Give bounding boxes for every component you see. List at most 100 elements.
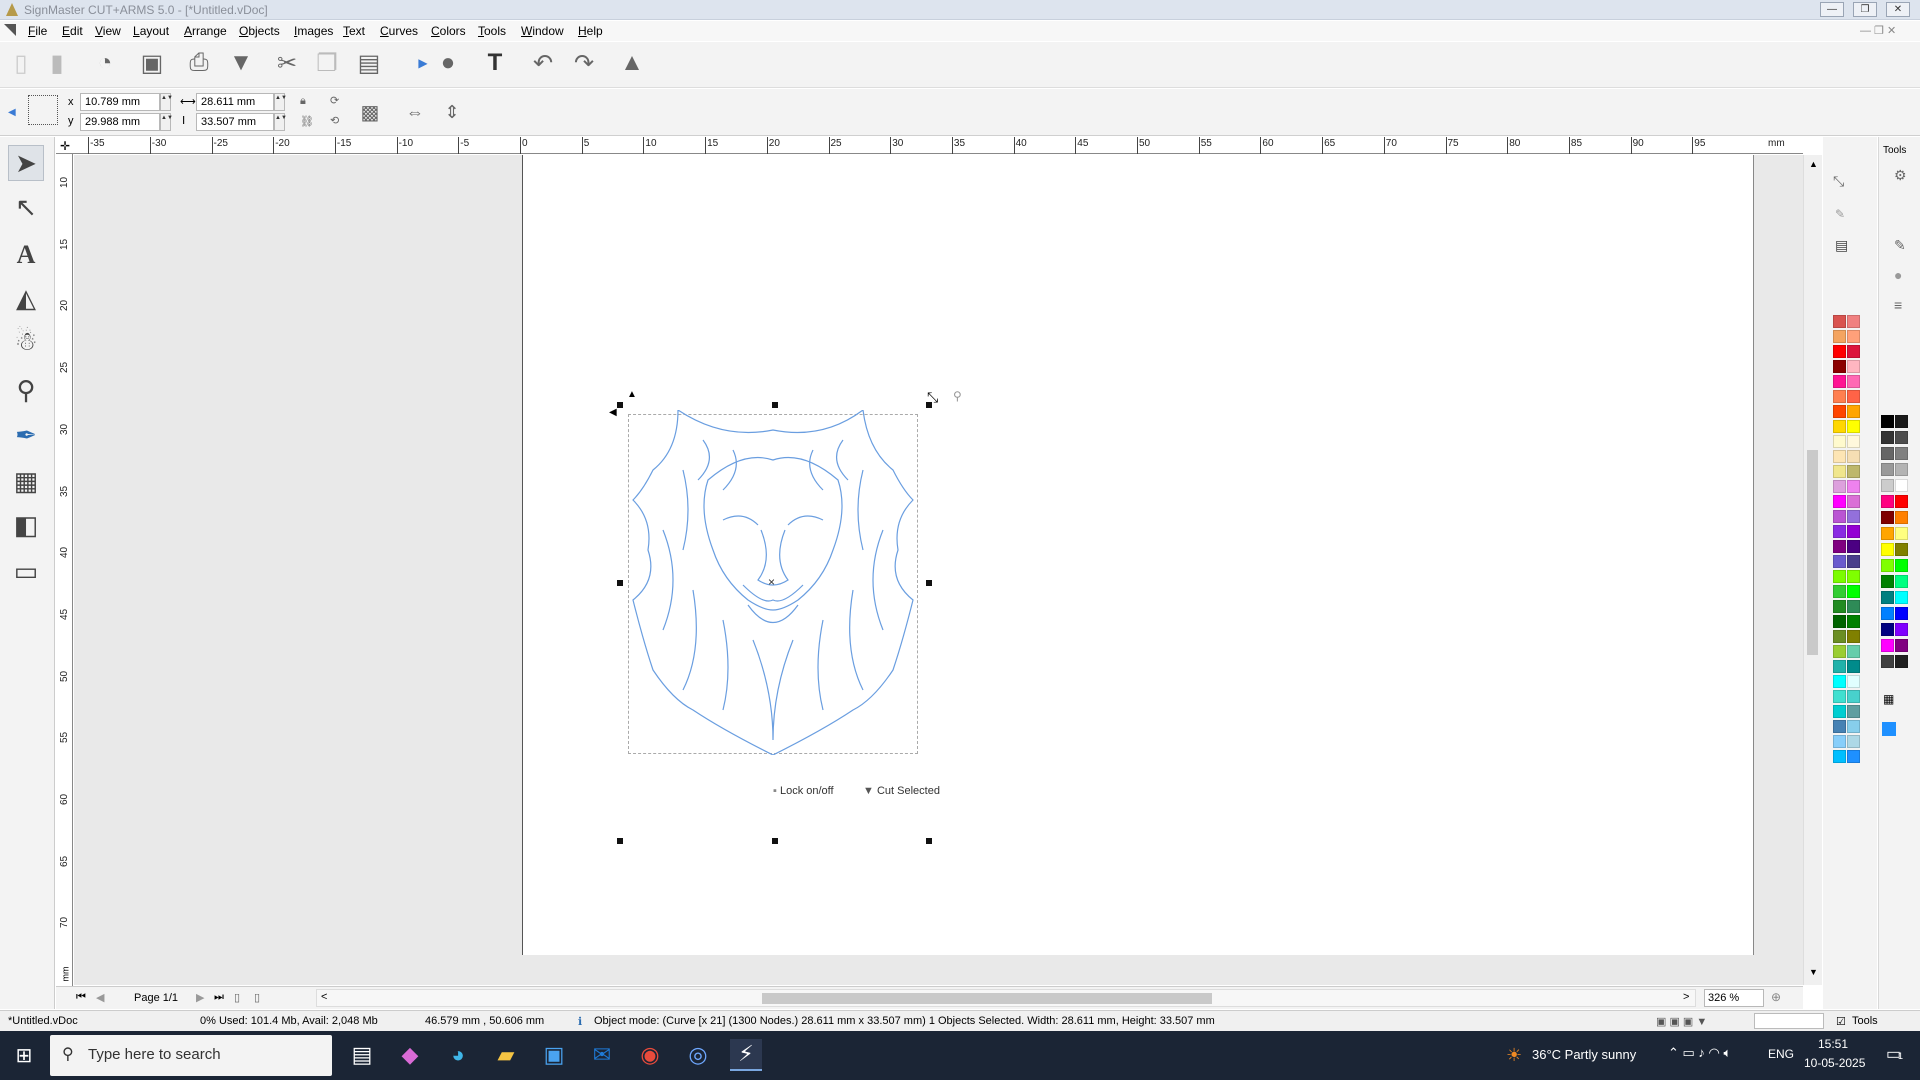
color-swatch[interactable] [1895,447,1908,460]
color-swatch[interactable] [1847,600,1860,613]
color-swatch[interactable] [1847,705,1860,718]
taskbar-search[interactable]: ⚲ Type here to search [50,1035,332,1076]
color-swatch[interactable] [1833,360,1846,373]
color-swatch[interactable] [1895,463,1908,476]
color-swatch[interactable] [1833,735,1846,748]
text-tool-icon[interactable]: T [480,48,510,78]
color-swatch[interactable] [1847,450,1860,463]
menu-tools[interactable]: Tools [478,24,506,38]
weed-tool-icon[interactable]: ▲ [617,48,647,78]
clock-date[interactable]: 10-05-2025 [1804,1056,1865,1070]
new-document-icon[interactable]: ▯ [6,48,36,78]
color-swatch[interactable] [1881,415,1894,428]
chrome-icon[interactable]: ◉ [634,1039,666,1071]
selection-handle[interactable] [772,402,778,408]
color-swatch[interactable] [1847,660,1860,673]
scroll-down-icon[interactable]: ▼ [1809,967,1818,977]
color-swatch[interactable] [1847,375,1860,388]
outlook-icon[interactable]: ✉ [586,1039,618,1071]
selection-handle[interactable] [617,838,623,844]
current-color-swatch[interactable] [1882,722,1896,736]
horizontal-scrollbar[interactable]: < > [316,989,1696,1007]
next-page-icon[interactable]: ▶ [196,991,204,1004]
print-icon[interactable]: ⎙ [184,48,214,78]
zoom-in-icon[interactable]: ⊕ [1771,990,1781,1004]
collapse-arrow-icon[interactable]: ◀ [8,107,16,118]
color-swatch[interactable] [1833,555,1846,568]
color-swatch[interactable] [1881,543,1894,556]
menu-layout[interactable]: Layout [133,24,169,38]
pick-color-icon[interactable]: ⤡ [1833,173,1844,190]
shape-tool-icon[interactable]: ◭ [8,280,44,316]
tray-icons[interactable]: ⌃ ▭ ♪ ◠ 🔈︎ [1668,1045,1731,1061]
link-icon[interactable]: ⛓︎ [300,115,314,128]
circle-icon[interactable]: ● [1894,267,1902,283]
height-spinner[interactable]: ▲▼ [274,113,287,131]
color-swatch[interactable] [1895,575,1908,588]
x-spinner[interactable]: ▲▼ [160,93,173,111]
color-swatch[interactable] [1847,585,1860,598]
menu-images[interactable]: Images [294,24,333,38]
color-swatch[interactable] [1833,600,1846,613]
color-swatch[interactable] [1895,543,1908,556]
color-swatch[interactable] [1833,465,1846,478]
color-swatch[interactable] [1833,345,1846,358]
color-grid-icon[interactable]: ▦ [1883,692,1894,706]
windows-start-icon[interactable]: ⊞ [8,1039,40,1071]
menu-text[interactable]: Text [343,24,365,38]
open-icon[interactable]: ▮ [42,48,72,78]
color-swatch[interactable] [1833,420,1846,433]
menu-arrange[interactable]: Arrange [184,24,227,38]
color-swatch[interactable] [1847,555,1860,568]
apple-object-icon[interactable]: ● [433,48,463,78]
last-page-icon[interactable]: ⏭ [214,991,224,1004]
color-swatch[interactable] [1833,495,1846,508]
redo-icon[interactable]: ↷ [569,48,599,78]
lock-icon[interactable]: 🔒︎ [300,95,306,108]
scroll-left-icon[interactable]: < [321,991,327,1003]
color-swatch[interactable] [1881,527,1894,540]
color-swatch[interactable] [1833,720,1846,733]
color-swatch[interactable] [1895,415,1908,428]
color-swatch[interactable] [1895,511,1908,524]
color-swatch[interactable] [1847,405,1860,418]
select-tool-icon[interactable]: ➤ [8,145,44,181]
clipart-tool-icon[interactable]: ☃ [8,323,44,359]
color-swatch[interactable] [1895,623,1908,636]
menu-curves[interactable]: Curves [380,24,418,38]
color-swatch[interactable] [1833,750,1846,763]
mirror-horizontal-icon[interactable]: ⇔ [400,97,430,127]
color-swatch[interactable] [1847,630,1860,643]
zoom-select[interactable]: 326 % [1704,989,1764,1007]
prev-page-icon[interactable]: ◀ [96,991,104,1004]
color-swatch[interactable] [1881,623,1894,636]
mdi-controls[interactable]: — ❐ ✕ [1860,24,1896,37]
color-swatch[interactable] [1847,570,1860,583]
node-edit-tool-icon[interactable]: ↖ [8,189,44,225]
color-swatch[interactable] [1833,435,1846,448]
tool-settings-icon[interactable]: ⚙ [1894,167,1907,184]
menu-view[interactable]: View [95,24,121,38]
cut-selected-button[interactable]: ▼ Cut Selected [863,785,940,797]
signmaster-active-icon[interactable]: ⚡︎ [730,1039,762,1071]
scroll-thumb[interactable] [1807,450,1818,655]
task-view-icon[interactable]: ▤ [346,1039,378,1071]
color-swatch[interactable] [1833,510,1846,523]
scroll-right-icon[interactable]: > [1683,991,1689,1003]
color-swatch[interactable] [1847,720,1860,733]
skew-handle-icon[interactable]: ▲ [627,389,637,400]
color-swatch[interactable] [1895,655,1908,668]
cut-scissors-icon[interactable]: ✂ [272,48,302,78]
measure-tool-icon[interactable]: ▭ [8,553,44,589]
layers-icon[interactable]: ▤ [1835,237,1848,254]
delete-page-icon[interactable]: ▯ [254,991,260,1004]
color-swatch[interactable] [1895,479,1908,492]
color-swatch[interactable] [1881,479,1894,492]
trace-image-icon[interactable]: ▩ [355,97,385,127]
clock-time[interactable]: 15:51 [1818,1037,1848,1051]
tools-checkbox-icon[interactable]: ☑ [1836,1015,1846,1028]
language-indicator[interactable]: ENG [1768,1047,1794,1061]
color-swatch[interactable] [1833,450,1846,463]
color-swatch[interactable] [1833,375,1846,388]
color-swatch[interactable] [1833,405,1846,418]
